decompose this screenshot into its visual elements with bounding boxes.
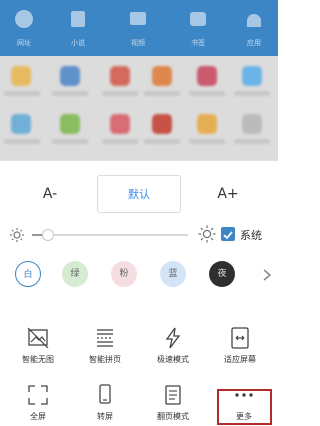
app-label: [4, 139, 40, 144]
app-icon: [152, 66, 172, 86]
video-icon: [130, 12, 146, 25]
app-icon: [197, 114, 217, 134]
page-flip-icon: [165, 385, 181, 405]
theme-white[interactable]: 白: [15, 261, 41, 287]
tool-label: 转屏: [97, 412, 113, 421]
no-image-icon: [27, 327, 49, 349]
theme-label: 白: [23, 270, 33, 280]
font-decrease-button[interactable]: A-: [8, 175, 92, 213]
theme-green[interactable]: 绿: [62, 261, 88, 287]
tool-speed-mode[interactable]: 极速模式: [143, 326, 203, 365]
app-label: [234, 91, 270, 96]
font-default-button[interactable]: 默认: [97, 175, 181, 213]
blurred-app-grid: [0, 56, 278, 160]
app-label: [189, 139, 225, 144]
tool-page-flip-mode[interactable]: 翻页模式: [143, 383, 203, 422]
brightness-high-icon: [198, 225, 216, 243]
nav-item-bookmarks[interactable]: 书签: [178, 8, 218, 54]
app-icon: [110, 66, 130, 86]
nav-item-apps[interactable]: 应用: [234, 8, 274, 54]
brightness-row: 系统: [0, 223, 278, 247]
tool-fullscreen[interactable]: 全屏: [8, 383, 68, 422]
bookmark-icon: [190, 12, 206, 26]
nav-item-websites[interactable]: 网址: [4, 8, 44, 54]
tool-label: 全屏: [30, 412, 46, 421]
tool-smart-no-image[interactable]: 智能无图: [8, 326, 68, 365]
app-icon: [242, 66, 262, 86]
app-label: [4, 91, 40, 96]
more-highlight-box: [217, 389, 272, 425]
app-icon: [11, 114, 31, 134]
app-icon: [242, 114, 262, 134]
nav-label: 书签: [191, 39, 205, 47]
tool-label: 智能拼页: [89, 355, 121, 364]
app-label: [52, 139, 88, 144]
nav-label: 应用: [247, 39, 261, 47]
top-nav-bar: 网址 小说 视频 书签 应用: [0, 0, 278, 56]
follow-system-checkbox[interactable]: [221, 227, 235, 241]
android-icon: [247, 14, 261, 27]
nav-item-novels[interactable]: 小说: [58, 8, 98, 54]
app-label: [189, 91, 225, 96]
app-label: [52, 91, 88, 96]
app-icon: [60, 66, 80, 86]
theme-label: 夜: [217, 269, 227, 279]
app-icon: [110, 114, 130, 134]
app-label: [144, 91, 180, 96]
checkmark-icon: [223, 231, 233, 240]
tool-smart-page-join[interactable]: 智能拼页: [75, 326, 135, 365]
page-join-icon: [97, 329, 113, 347]
nav-label: 视频: [131, 39, 145, 47]
theme-color-row: 白 绿 粉 蓝 夜: [0, 261, 278, 291]
theme-label: 粉: [119, 269, 129, 279]
brightness-slider[interactable]: [32, 229, 188, 241]
app-label: [102, 139, 138, 144]
book-icon: [71, 11, 85, 27]
nav-label: 小说: [71, 39, 85, 47]
theme-label: 蓝: [168, 269, 178, 279]
theme-pink[interactable]: 粉: [111, 261, 137, 287]
chevron-right-icon[interactable]: [262, 269, 272, 281]
theme-label: 绿: [70, 269, 80, 279]
fit-screen-icon: [231, 327, 249, 349]
tool-rotate-screen[interactable]: 转屏: [75, 383, 135, 422]
tool-label: 翻页模式: [157, 412, 189, 421]
fullscreen-icon: [28, 385, 48, 405]
tool-fit-screen[interactable]: 适应屏幕: [210, 326, 270, 365]
app-icon: [152, 114, 172, 134]
follow-system-label: 系统: [240, 229, 262, 242]
nav-label: 网址: [17, 39, 31, 47]
font-size-row: A- 默认 A+: [0, 175, 278, 215]
brightness-low-icon: [10, 228, 24, 242]
app-icon: [197, 66, 217, 86]
app-icon: [11, 66, 31, 86]
app-icon: [60, 114, 80, 134]
theme-night[interactable]: 夜: [209, 261, 235, 287]
brightness-slider-thumb[interactable]: [42, 229, 54, 241]
reading-settings-panel: A- 默认 A+ 系统 白 绿 粉 蓝 夜 智能无图 智能拼页 极速模式 适应屏…: [0, 160, 278, 426]
compass-icon: [15, 10, 33, 28]
rotate-screen-icon: [99, 384, 111, 404]
nav-item-videos[interactable]: 视频: [118, 8, 158, 54]
tool-label: 适应屏幕: [224, 355, 256, 364]
theme-blue[interactable]: 蓝: [160, 261, 186, 287]
app-label: [102, 91, 138, 96]
lightning-icon: [165, 327, 181, 349]
app-label: [144, 139, 180, 144]
tool-label: 极速模式: [157, 355, 189, 364]
app-label: [234, 139, 270, 144]
tool-label: 智能无图: [22, 355, 54, 364]
font-increase-button[interactable]: A+: [186, 175, 270, 213]
